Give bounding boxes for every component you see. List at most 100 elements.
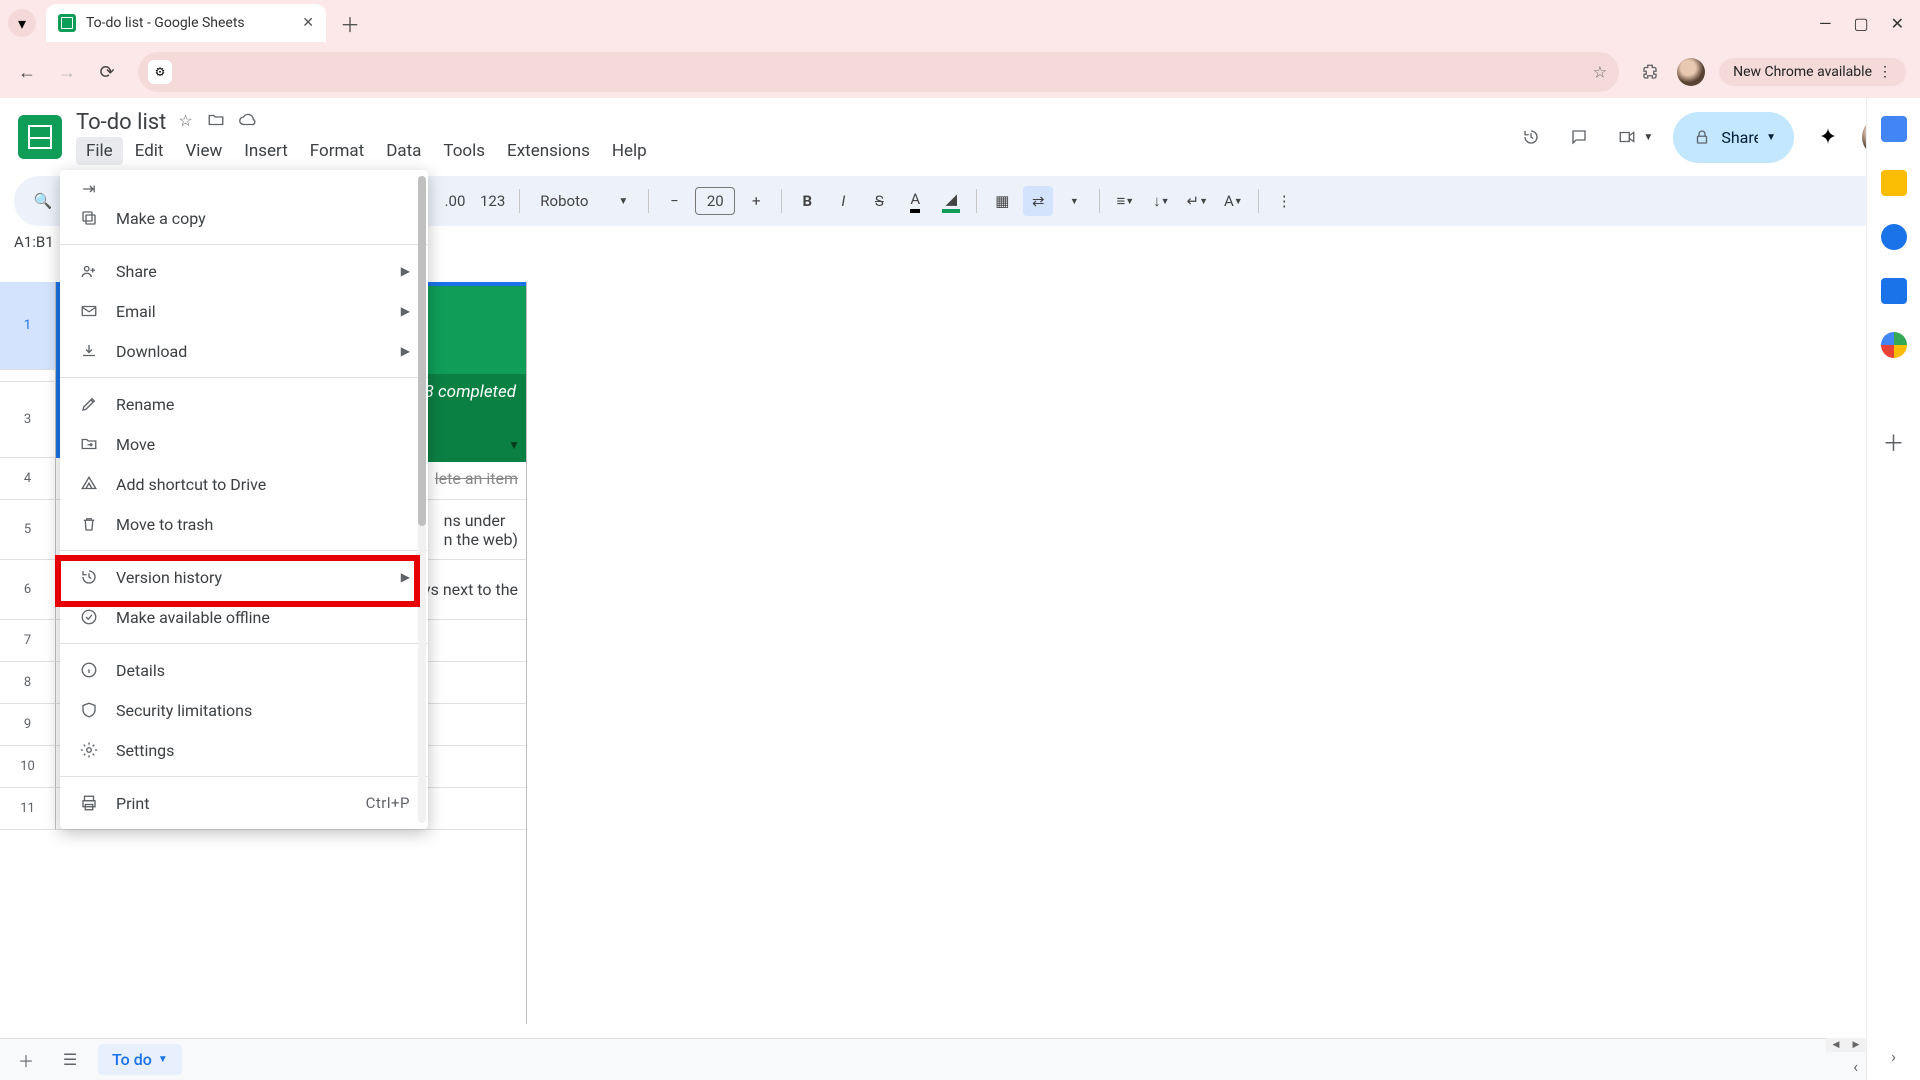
meet-dropdown-icon[interactable]: ▼ [1643,132,1653,143]
menu-item-version-history[interactable]: Version history ▶ [60,557,428,597]
row-header[interactable]: 4 [0,458,56,500]
merge-dropdown-icon[interactable]: ▼ [1059,186,1089,216]
reload-button[interactable]: ⟳ [94,62,120,83]
menu-item-print[interactable]: Print Ctrl+P [60,783,428,823]
decrease-font-button[interactable]: − [659,186,689,216]
bookmark-star-icon[interactable]: ☆ [1593,63,1607,82]
borders-button[interactable]: ▦ [987,186,1017,216]
menu-tools[interactable]: Tools [433,137,495,165]
row-header[interactable]: 10 [0,746,56,788]
menu-item-security-limitations[interactable]: Security limitations [60,690,428,730]
fill-color-button[interactable]: ◢ [936,186,966,216]
profile-avatar-icon[interactable] [1677,58,1705,86]
menu-item-import[interactable]: ⇥ Import [60,176,428,198]
side-panel: ＋ › [1866,98,1920,1080]
row-header[interactable]: 8 [0,662,56,704]
maps-icon[interactable] [1881,332,1907,358]
menu-format[interactable]: Format [300,137,374,165]
row-header[interactable] [0,370,56,382]
row-header[interactable]: 1 [0,282,56,370]
extensions-icon[interactable] [1637,59,1663,85]
v-align-button[interactable]: ↓▼ [1146,186,1176,216]
history-icon[interactable] [1517,123,1545,151]
menu-view[interactable]: View [175,137,232,165]
menu-item-details[interactable]: Details [60,650,428,690]
bold-button[interactable]: B [792,186,822,216]
search-menu-button[interactable]: 🔍 [28,186,58,216]
maximize-window-button[interactable]: ▢ [1853,14,1868,33]
sheets-favicon-icon [58,14,76,32]
menu-item-make-a-copy[interactable]: Make a copy [60,198,428,238]
row-header[interactable]: 9 [0,704,56,746]
close-window-button[interactable]: ✕ [1891,14,1904,33]
row-header[interactable]: 5 [0,500,56,560]
close-tab-button[interactable]: ✕ [302,15,314,31]
filter-icon[interactable]: ▼ [508,438,520,452]
menu-item-settings[interactable]: Settings [60,730,428,770]
font-size-input[interactable]: 20 [695,187,735,215]
explore-button[interactable]: ‹ [1853,1057,1858,1076]
merge-cells-button[interactable]: ⇄ [1023,186,1053,216]
name-box[interactable]: A1:B1 [8,231,60,253]
scroll-left-button[interactable]: ◀ [1826,1038,1846,1052]
menu-item-download[interactable]: Download ▶ [60,331,428,371]
menu-item-move-to-trash[interactable]: Move to trash [60,504,428,544]
contacts-icon[interactable] [1881,278,1907,304]
row-header[interactable]: 6 [0,560,56,620]
format-123-button[interactable]: 123 [476,186,509,216]
gemini-icon[interactable]: ✦ [1814,123,1842,151]
comments-icon[interactable] [1565,123,1593,151]
italic-button[interactable]: I [828,186,858,216]
address-bar[interactable]: ⚙ ☆ [138,52,1619,92]
site-settings-icon[interactable]: ⚙ [148,60,172,84]
menu-scrollbar[interactable] [418,176,426,823]
row-header[interactable]: 11 [0,788,56,830]
get-addons-button[interactable]: ＋ [1882,426,1904,458]
font-family-dropdown[interactable]: Roboto ▼ [530,192,638,210]
strikethrough-button[interactable]: S [864,186,894,216]
share-button[interactable]: Share ▼ [1673,112,1794,163]
menu-item-email[interactable]: Email ▶ [60,291,428,331]
star-icon[interactable]: ☆ [178,111,192,133]
chrome-update-chip[interactable]: New Chrome available ⋮ [1719,58,1906,86]
meet-icon[interactable] [1613,123,1641,151]
menu-file[interactable]: File [76,137,123,165]
hide-side-panel-button[interactable]: › [1891,1047,1896,1066]
cloud-status-icon[interactable] [239,111,257,133]
rotate-button[interactable]: A▼ [1218,186,1248,216]
wrap-button[interactable]: ↵▼ [1182,186,1212,216]
back-button[interactable]: ← [14,62,40,83]
row-header[interactable]: 3 [0,382,56,458]
menu-item-rename[interactable]: Rename [60,384,428,424]
document-title[interactable]: To-do list [76,110,166,135]
tab-search-button[interactable]: ▾ [8,9,36,37]
menu-item-move[interactable]: Move [60,424,428,464]
increase-font-button[interactable]: + [741,186,771,216]
share-dropdown-button[interactable]: ▼ [1758,122,1790,153]
move-folder-icon[interactable] [207,111,225,133]
decrease-decimals-button[interactable]: .00 [440,186,470,216]
sheet-tab-menu-icon[interactable]: ▼ [158,1054,168,1065]
calendar-icon[interactable] [1881,116,1907,142]
menu-insert[interactable]: Insert [234,137,298,165]
copy-icon [78,209,100,227]
tasks-icon[interactable] [1881,224,1907,250]
menu-extensions[interactable]: Extensions [497,137,600,165]
menu-item-add-shortcut[interactable]: Add shortcut to Drive [60,464,428,504]
row-header[interactable]: 7 [0,620,56,662]
h-align-button[interactable]: ≡▼ [1110,186,1140,216]
menu-item-make-available-offline[interactable]: Make available offline [60,597,428,637]
history-icon [78,568,100,586]
menu-item-share[interactable]: Share ▶ [60,251,428,291]
new-tab-button[interactable]: ＋ [340,9,360,38]
browser-tab[interactable]: To-do list - Google Sheets ✕ [46,4,326,42]
menu-help[interactable]: Help [602,137,657,165]
scroll-right-button[interactable]: ▶ [1846,1038,1866,1052]
keep-icon[interactable] [1881,170,1907,196]
sheets-logo-icon[interactable] [18,115,62,159]
menu-edit[interactable]: Edit [125,137,174,165]
text-color-button[interactable]: A [900,186,930,216]
minimize-window-button[interactable]: — [1819,14,1832,33]
menu-data[interactable]: Data [376,137,431,165]
toolbar-overflow-button[interactable]: ⋮ [1269,186,1299,216]
